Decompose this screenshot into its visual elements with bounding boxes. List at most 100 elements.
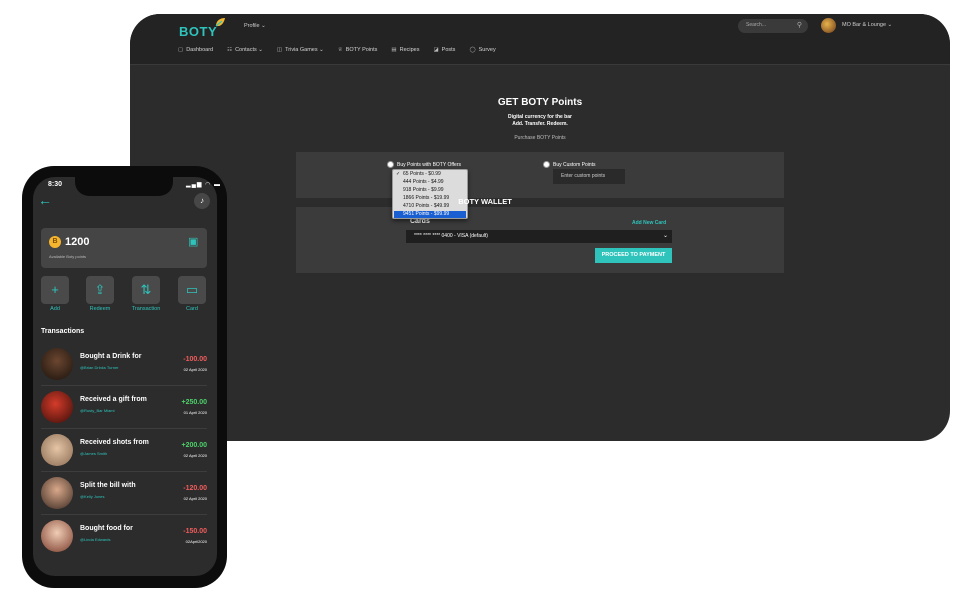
boty-logo[interactable]: BOTY: [179, 24, 217, 39]
transaction-row[interactable]: Received a gift from @Rusty_Bar Miami +2…: [41, 387, 207, 429]
transfer-icon: ⇅: [140, 282, 152, 297]
offer-option-label: 918 Points - $9.99: [403, 187, 444, 193]
add-label: Add: [50, 306, 60, 312]
transaction-date: 02April2020: [185, 539, 207, 544]
transaction-row[interactable]: Bought food for @Linda Edwards -150.00 0…: [41, 516, 207, 558]
leaf-logo-icon: [215, 18, 225, 27]
custom-points-input[interactable]: Enter custom points: [553, 169, 625, 184]
avatar: [41, 348, 73, 380]
transaction-button[interactable]: ⇅: [132, 276, 160, 304]
custom-points-radio-label[interactable]: Buy Custom Points: [553, 162, 596, 168]
transaction-text: Received shots from: [80, 439, 149, 446]
offers-dropdown-list: ✓ 65 Points - $0.99 444 Points - $4.99 91…: [392, 169, 468, 219]
redeem-button[interactable]: ⇪: [86, 276, 114, 304]
offer-option-label: 9451 Points - $99.99: [403, 211, 450, 217]
purchase-options-panel: [296, 152, 784, 198]
balance-caption: Available Boty points: [49, 254, 87, 259]
survey-icon: ◯: [469, 47, 476, 53]
profile-menu[interactable]: Profile ⌄: [244, 23, 266, 29]
offer-option-label: 444 Points - $4.99: [403, 179, 444, 185]
book-icon: ◫: [276, 47, 283, 53]
menu-item-dashboard[interactable]: ▢ Dashboard: [178, 47, 213, 53]
transaction-amount: -100.00: [183, 356, 207, 363]
transaction-user[interactable]: @James Smith: [80, 451, 107, 456]
web-app-window: BOTY Profile ⌄ Search... ⚲ MO Bar & Loun…: [130, 14, 950, 441]
transaction-row[interactable]: Split the bill with @Kelly Jones -120.00…: [41, 473, 207, 515]
wallet-icon[interactable]: ▣: [188, 235, 198, 248]
transaction-date: 02 April 2020: [183, 496, 207, 501]
card-button[interactable]: ▭: [178, 276, 206, 304]
custom-points-placeholder: Enter custom points: [561, 173, 606, 179]
card-label: Card: [186, 306, 198, 312]
transaction-user[interactable]: @Rusty_Bar Miami: [80, 408, 115, 413]
transaction-user[interactable]: @Linda Edwards: [80, 537, 111, 542]
offer-option[interactable]: ✓ 65 Points - $0.99: [394, 171, 466, 178]
balance-card: [41, 228, 207, 268]
menu-item-boty-points[interactable]: ♕ BOTY Points: [338, 47, 378, 53]
avatar: [41, 434, 73, 466]
menu-item-contacts[interactable]: ☷ Contacts ⌄: [227, 47, 263, 53]
search-placeholder: Search...: [746, 22, 767, 28]
transaction-text: Bought a Drink for: [80, 353, 142, 360]
offers-radio-label[interactable]: Buy Points with BOTY Offers: [397, 162, 461, 168]
search-icon: ⚲: [796, 22, 802, 29]
transactions-heading: Transactions: [41, 328, 85, 335]
transaction-amount: +200.00: [181, 442, 208, 449]
transaction-user[interactable]: @Brian Drinks Turner: [80, 365, 119, 370]
offer-option-label: 65 Points - $0.99: [403, 171, 441, 177]
menu-item-label: Recipes: [399, 47, 420, 53]
posts-icon: ◪: [433, 47, 439, 53]
transaction-text: Received a gift from: [80, 396, 147, 403]
menu-item-label: Dashboard: [186, 47, 214, 53]
redeem-icon: ⇪: [94, 282, 106, 297]
menu-item-trivia-games[interactable]: ◫ Trivia Games ⌄: [277, 47, 324, 53]
transaction-amount: -150.00: [183, 528, 207, 535]
section-label: Purchase BOTY Points: [514, 135, 566, 141]
offer-option-selected[interactable]: 9451 Points - $99.99: [394, 211, 466, 218]
nav-divider: [130, 64, 950, 65]
menu-item-label: BOTY Points: [345, 47, 378, 53]
bell-icon[interactable]: ♪: [194, 193, 210, 209]
card-select[interactable]: **** **** **** 0400 - VISA (default) ⌄: [406, 230, 672, 243]
phone-notch: [75, 170, 173, 196]
transaction-date: 02 April 2020: [183, 367, 207, 372]
search-input[interactable]: Search... ⚲: [738, 19, 808, 33]
card-select-value: **** **** **** 0400 - VISA (default): [414, 233, 488, 239]
transaction-text: Bought food for: [80, 525, 133, 532]
card-icon: ▭: [185, 282, 199, 297]
recipe-icon: ▤: [391, 47, 397, 53]
avatar: [41, 477, 73, 509]
proceed-to-payment-button[interactable]: PROCEED TO PAYMENT: [595, 248, 672, 263]
checkmark-icon: ✓: [396, 171, 401, 177]
add-button[interactable]: +: [41, 276, 69, 304]
transaction-row[interactable]: Received shots from @James Smith +200.00…: [41, 430, 207, 472]
add-new-card-link[interactable]: Add New Card: [632, 220, 666, 226]
status-time: 8:30: [48, 181, 63, 188]
menu-item-survey[interactable]: ◯ Survey: [469, 47, 495, 53]
venue-avatar[interactable]: [821, 18, 836, 33]
menu-item-label: Trivia Games ⌄: [285, 47, 324, 53]
menu-item-label: Survey: [478, 47, 496, 53]
coin-icon: B: [49, 236, 61, 248]
page-subtitle: Digital currency for the bar: [508, 114, 572, 120]
main-menu: ▢ Dashboard ☷ Contacts ⌄ ◫ Trivia Games ⌄ ♕…: [178, 47, 496, 53]
transaction-text: Split the bill with: [80, 482, 136, 489]
offers-radio[interactable]: [387, 161, 394, 168]
transaction-amount: +250.00: [181, 399, 208, 406]
transaction-user[interactable]: @Kelly Jones: [80, 494, 105, 499]
venue-account-menu[interactable]: MO Bar & Lounge ⌄: [842, 22, 892, 28]
transaction-row[interactable]: Bought a Drink for @Brian Drinks Turner …: [41, 344, 207, 386]
offer-option[interactable]: 918 Points - $9.99: [394, 187, 466, 194]
cards-label: Cards: [410, 218, 430, 225]
wallet-title: BOTY WALLET: [458, 197, 512, 206]
page-title: GET BOTY Points: [497, 97, 583, 108]
status-icons: ▂▄▆ ◠ ▬: [186, 182, 222, 188]
menu-item-label: Posts: [441, 47, 456, 53]
redeem-label: Redeem: [89, 306, 111, 312]
transaction-date: 02 April 2020: [183, 453, 207, 458]
plus-icon: +: [51, 282, 59, 297]
offer-option[interactable]: 444 Points - $4.99: [394, 179, 466, 186]
menu-item-posts[interactable]: ◪ Posts: [433, 47, 455, 53]
custom-points-radio[interactable]: [543, 161, 550, 168]
menu-item-recipes[interactable]: ▤ Recipes: [391, 47, 419, 53]
